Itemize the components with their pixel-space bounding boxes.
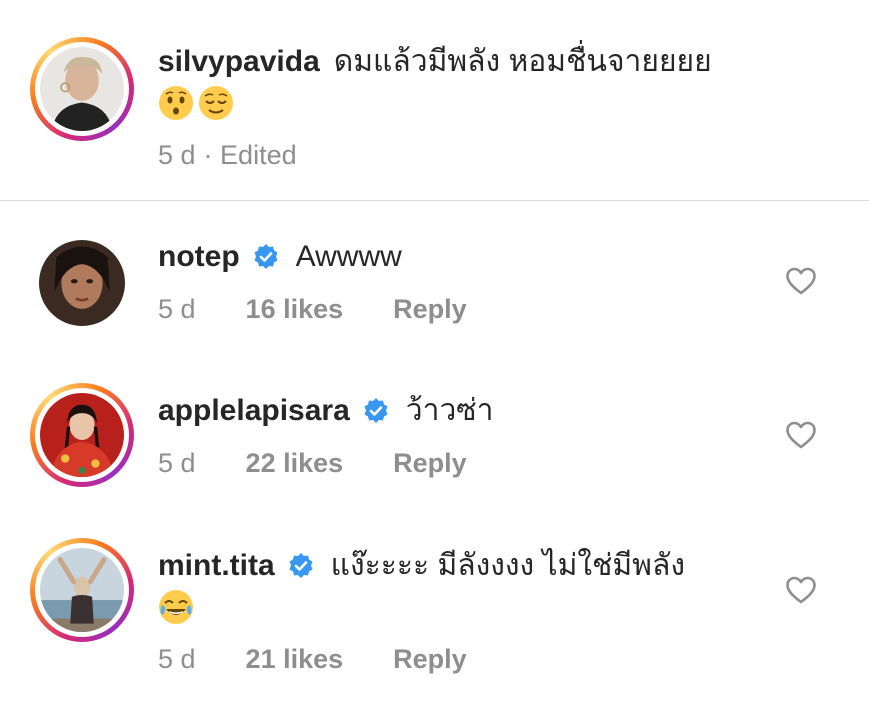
edited-label: · Edited — [203, 140, 297, 170]
comment-time: 5 d — [158, 448, 196, 478]
verified-badge-icon — [287, 552, 315, 580]
like-heart-icon[interactable] — [785, 420, 817, 450]
avatar[interactable] — [30, 538, 134, 642]
reply-button[interactable]: Reply — [393, 446, 467, 480]
comment-username[interactable]: notep — [158, 237, 240, 277]
avatar[interactable] — [30, 383, 134, 487]
comment-username[interactable]: mint.tita — [158, 546, 275, 586]
comment-time: 5 d — [158, 140, 196, 170]
comment-time: 5 d — [158, 294, 196, 324]
reply-button[interactable]: Reply — [393, 642, 467, 676]
avatar[interactable] — [30, 231, 134, 335]
comment-time: 5 d — [158, 644, 196, 674]
likes-count[interactable]: 21 likes — [246, 642, 344, 676]
relieved-face-emoji — [199, 86, 233, 120]
face-with-tears-of-joy-emoji — [159, 590, 193, 624]
hushed-face-emoji — [159, 86, 193, 120]
likes-count[interactable]: 22 likes — [246, 446, 344, 480]
comment-username[interactable]: silvypavida — [158, 42, 320, 82]
like-heart-icon[interactable] — [785, 266, 817, 296]
comment-username[interactable]: applelapisara — [158, 391, 350, 431]
likes-count[interactable]: 16 likes — [246, 292, 344, 326]
comment-text: Awwww — [295, 240, 402, 273]
comment-text: แง๊ะะะะ มีลังงงง ไม่ใช่มีพลัง — [330, 549, 685, 582]
reply-button[interactable]: Reply — [393, 292, 467, 326]
comment-text: ว้าวซ่า — [405, 394, 494, 427]
verified-badge-icon — [362, 397, 390, 425]
comment-text: ดมแล้วมีพลัง หอมชื่นจายยยย — [333, 45, 712, 78]
avatar[interactable] — [30, 37, 134, 141]
like-heart-icon[interactable] — [785, 575, 817, 605]
divider — [0, 200, 869, 201]
verified-badge-icon — [252, 243, 280, 271]
